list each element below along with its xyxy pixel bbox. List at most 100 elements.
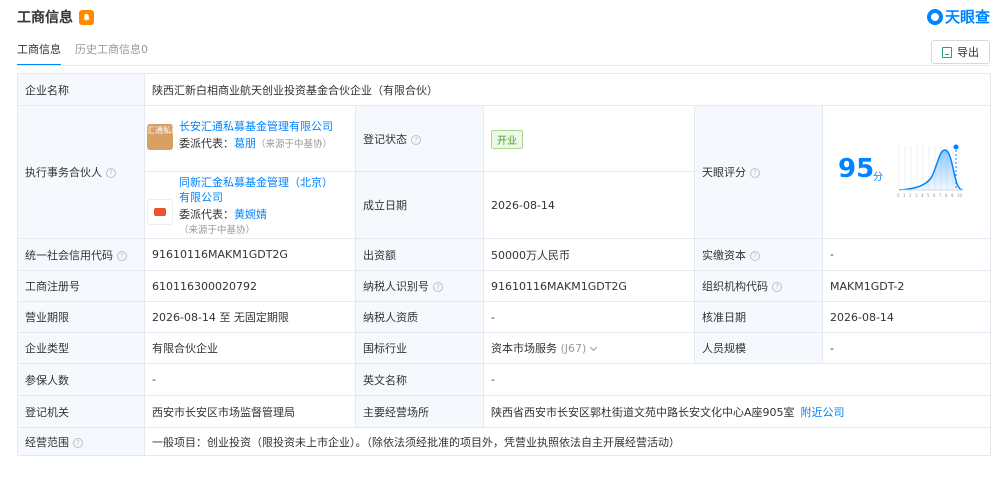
- rating-score: 95: [838, 154, 875, 184]
- table-row: 营业期限 2026-08-14 至 无固定期限 纳税人资质 - 核准日期 202…: [17, 301, 992, 333]
- svg-text:3: 3: [915, 193, 918, 198]
- svg-text:10: 10: [957, 193, 963, 198]
- table-row: 企业类型 有限合伙企业 国标行业 资本市场服务 (J67) 人员规模 -: [17, 332, 992, 364]
- label-partner: 执行事务合伙人?: [17, 105, 145, 239]
- svg-text:8: 8: [945, 193, 948, 198]
- help-icon[interactable]: ?: [772, 282, 782, 292]
- label-capital: 出资额: [355, 238, 484, 271]
- label-scope: 经营范围?: [17, 427, 145, 456]
- svg-text:1: 1: [903, 193, 906, 198]
- address-value: 陕西省西安市长安区郭杜街道文苑中路长安文化中心A座905室 附近公司: [482, 395, 992, 428]
- partner-logo-2: [147, 199, 173, 225]
- table-row: 企业名称 陕西汇新白相商业航天创业投资基金合伙企业（有限合伙）: [17, 73, 992, 106]
- label-industry: 国标行业: [355, 332, 484, 364]
- tab-business-info[interactable]: 工商信息: [17, 42, 61, 66]
- label-org-code: 组织机构代码?: [694, 270, 823, 302]
- reg-no-value: 610116300020792: [144, 270, 356, 302]
- label-english-name: 英文名称: [355, 363, 484, 396]
- paid-capital-value: -: [821, 238, 992, 271]
- logo-mark-icon: [926, 8, 943, 25]
- rep-name-link[interactable]: 黄婉婧: [234, 208, 267, 221]
- label-company-type: 企业类型: [17, 332, 145, 364]
- rep-name-link[interactable]: 葛朋: [234, 137, 256, 150]
- label-credit-code: 统一社会信用代码?: [17, 238, 145, 271]
- authority-value: 西安市长安区市场监督管理局: [144, 395, 356, 428]
- help-icon[interactable]: ?: [117, 250, 127, 261]
- label-taxpayer-qual: 纳税人资质: [355, 301, 484, 333]
- taxpayer-id-value: 91610116MAKM1GDT2G: [483, 270, 695, 302]
- tab-divider: [17, 65, 990, 66]
- label-insured: 参保人数: [17, 363, 145, 396]
- industry-value[interactable]: 资本市场服务 (J67): [483, 332, 695, 364]
- label-staff-size: 人员规模: [694, 332, 823, 364]
- help-icon[interactable]: ?: [750, 168, 760, 178]
- rating-cell[interactable]: 95 分 0 1 2 3 4 5 6 7 8 9 10: [821, 105, 992, 239]
- partner-rep: 委派代表：黄婉婧（来源于中基协）: [179, 208, 267, 236]
- svg-text:5: 5: [927, 193, 930, 198]
- export-icon: [942, 46, 952, 58]
- reg-status-cell: 开业: [483, 105, 695, 172]
- term-value: 2026-08-14 至 无固定期限: [144, 301, 356, 333]
- established-value: 2026-08-14: [483, 171, 695, 239]
- export-button[interactable]: 导出: [931, 40, 990, 64]
- help-icon[interactable]: ?: [411, 134, 421, 145]
- label-paid-capital: 实缴资本?: [694, 238, 823, 271]
- svg-text:9: 9: [951, 193, 954, 198]
- svg-text:2: 2: [909, 193, 912, 198]
- scope-value: 一般项目：创业投资（限投资未上市企业）。（除依法须经批准的项目外，凭营业执照依法…: [143, 427, 992, 456]
- section-header: 工商信息: [17, 6, 94, 28]
- svg-text:7: 7: [939, 193, 942, 198]
- svg-text:6: 6: [933, 193, 936, 198]
- table-row: 登记机关 西安市长安区市场监督管理局 主要经营场所 陕西省西安市长安区郭杜街道文…: [17, 395, 992, 428]
- help-icon[interactable]: ?: [750, 250, 760, 261]
- brand-logo[interactable]: 天眼查: [926, 6, 990, 27]
- label-authority: 登记机关: [17, 395, 145, 428]
- partner-name-link[interactable]: 同新汇金私募基金管理（北京）有限公司: [179, 175, 337, 205]
- help-icon[interactable]: ?: [73, 437, 83, 448]
- approved-date-value: 2026-08-14: [821, 301, 992, 333]
- status-badge: 开业: [491, 130, 523, 149]
- chevron-down-icon[interactable]: [590, 343, 598, 352]
- label-term: 营业期限: [17, 301, 145, 333]
- nearby-companies-link[interactable]: 附近公司: [801, 406, 845, 419]
- logo-text: 天眼查: [944, 8, 990, 26]
- help-icon[interactable]: ?: [106, 168, 116, 178]
- staff-size-value: -: [821, 332, 992, 364]
- rating-unit: 分: [873, 172, 883, 183]
- industry-code: (J67): [560, 342, 587, 355]
- tab-bar: 工商信息 历史工商信息0: [17, 42, 162, 66]
- rating-distribution-chart: 0 1 2 3 4 5 6 7 8 9 10: [897, 144, 964, 198]
- label-reg-no: 工商注册号: [17, 270, 145, 302]
- svg-text:0: 0: [897, 193, 900, 198]
- partner-cell-2: 同新汇金私募基金管理（北京）有限公司 委派代表：黄婉婧（来源于中基协）: [144, 171, 356, 239]
- business-info-table: 企业名称 陕西汇新白相商业航天创业投资基金合伙企业（有限合伙） 执行事务合伙人?…: [17, 73, 992, 456]
- table-row: 执行事务合伙人? 汇通私募 长安汇通私募基金管理有限公司 委派代表：葛朋（来源于…: [17, 105, 992, 239]
- help-icon[interactable]: ?: [433, 282, 443, 292]
- partner-cell-1: 汇通私募 长安汇通私募基金管理有限公司 委派代表：葛朋（来源于中基协）: [144, 105, 356, 172]
- export-label: 导出: [957, 46, 979, 59]
- credit-code-value: 91610116MAKM1GDT2G: [144, 238, 356, 271]
- tab-history-info[interactable]: 历史工商信息0: [75, 42, 148, 66]
- label-taxpayer-id: 纳税人识别号?: [355, 270, 484, 302]
- label-established: 成立日期: [355, 171, 484, 239]
- bell-icon[interactable]: [79, 9, 94, 25]
- table-row: 统一社会信用代码? 91610116MAKM1GDT2G 出资额 50000万人…: [17, 238, 992, 271]
- partner-logo-1: 汇通私募: [147, 123, 179, 150]
- label-approved-date: 核准日期: [694, 301, 823, 333]
- english-name-value: -: [482, 363, 992, 396]
- table-row: 参保人数 - 英文名称 -: [17, 363, 992, 396]
- label-reg-status: 登记状态?: [355, 105, 484, 172]
- company-name-value: 陕西汇新白相商业航天创业投资基金合伙企业（有限合伙）: [143, 73, 992, 106]
- partner-name-link[interactable]: 长安汇通私募基金管理有限公司: [179, 119, 337, 134]
- svg-text:4: 4: [921, 193, 924, 198]
- insured-value: -: [144, 363, 356, 396]
- taxpayer-qual-value: -: [483, 301, 695, 333]
- capital-value: 50000万人民币: [483, 238, 695, 271]
- table-row: 工商注册号 610116300020792 纳税人识别号? 91610116MA…: [17, 270, 992, 302]
- org-code-value: MAKM1GDT-2: [821, 270, 992, 302]
- partner-rep: 委派代表：葛朋（来源于中基协）: [179, 136, 333, 150]
- label-rating: 天眼评分?: [694, 105, 823, 239]
- table-row: 经营范围? 一般项目：创业投资（限投资未上市企业）。（除依法须经批准的项目外，凭…: [17, 427, 992, 456]
- company-type-value: 有限合伙企业: [144, 332, 356, 364]
- label-company-name: 企业名称: [17, 73, 145, 106]
